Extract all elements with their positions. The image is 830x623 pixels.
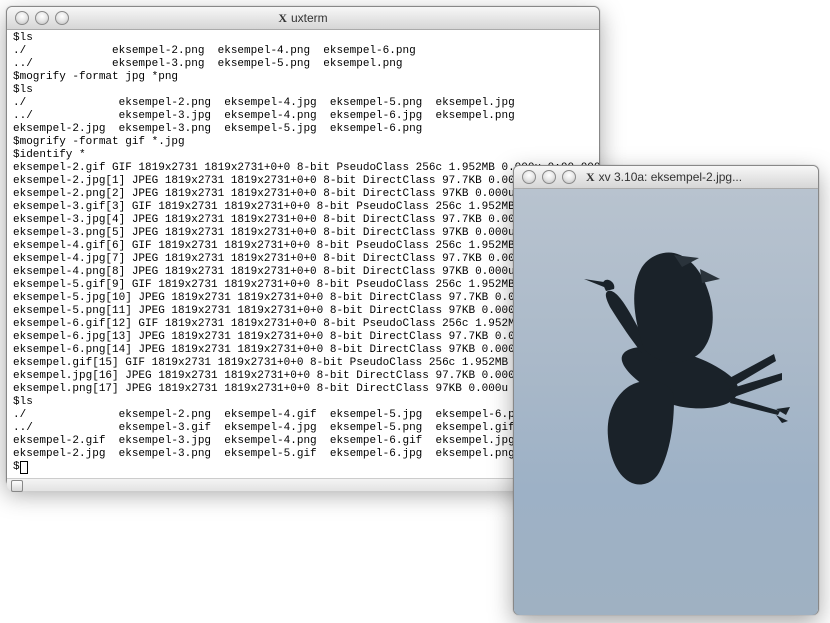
cursor [20,461,28,474]
terminal-line: eksempel-2.gif GIF 1819x2731 1819x2731+0… [13,162,593,175]
zoom-button[interactable] [55,11,69,25]
terminal-line: ./ eksempel-2.png eksempel-4.jpg eksempe… [13,97,593,110]
terminal-line: eksempel-5.jpg[10] JPEG 1819x2731 1819x2… [13,292,593,305]
window-footer [7,478,599,491]
terminal-line: $mogrify -format jpg *png [13,71,593,84]
terminal-line: eksempel-3.gif[3] GIF 1819x2731 1819x273… [13,201,593,214]
scroll-corner[interactable] [11,480,23,492]
terminal-line: eksempel-2.gif eksempel-3.jpg eksempel-4… [13,435,593,448]
terminal-line: eksempel-6.jpg[13] JPEG 1819x2731 1819x2… [13,331,593,344]
uxterm-window[interactable]: Xuxterm $ls./ eksempel-2.png eksempel-4.… [6,6,600,486]
terminal-line: $mogrify -format gif *.jpg [13,136,593,149]
terminal-line: ../ eksempel-3.gif eksempel-4.jpg eksemp… [13,422,593,435]
terminal-line: eksempel.gif[15] GIF 1819x2731 1819x2731… [13,357,593,370]
xv-window[interactable]: Xxv 3.10a: eksempel-2.jpg... [513,165,819,615]
terminal-line: eksempel-4.jpg[7] JPEG 1819x2731 1819x27… [13,253,593,266]
terminal-line: ../ eksempel-3.jpg eksempel-4.png eksemp… [13,110,593,123]
window-controls [15,11,69,25]
terminal-line: eksempel-3.jpg[4] JPEG 1819x2731 1819x27… [13,214,593,227]
uxterm-title-text: uxterm [291,11,328,25]
terminal-line: eksempel-4.png[8] JPEG 1819x2731 1819x27… [13,266,593,279]
xv-image-area[interactable] [514,189,818,615]
terminal-line: eksempel.jpg[16] JPEG 1819x2731 1819x273… [13,370,593,383]
minimize-button[interactable] [35,11,49,25]
terminal-line: ./ eksempel-2.png eksempel-4.png eksempe… [13,45,593,58]
prompt-char: $ [13,461,20,474]
terminal-line: $identify * [13,149,593,162]
close-button[interactable] [522,170,536,184]
terminal-line: eksempel-2.jpg eksempel-3.png eksempel-5… [13,448,593,461]
close-button[interactable] [15,11,29,25]
zoom-button[interactable] [562,170,576,184]
terminal-line: eksempel-2.jpg eksempel-3.png eksempel-5… [13,123,593,136]
x11-icon: X [586,170,595,185]
uxterm-title: Xuxterm [7,11,599,26]
terminal-line: eksempel-5.png[11] JPEG 1819x2731 1819x2… [13,305,593,318]
terminal-line: eksempel-2.jpg[1] JPEG 1819x2731 1819x27… [13,175,593,188]
terminal-line: $ls [13,32,593,45]
terminal-line: eksempel-3.png[5] JPEG 1819x2731 1819x27… [13,227,593,240]
terminal-prompt[interactable]: $ [13,461,593,474]
terminal-line: ./ eksempel-2.png eksempel-4.gif eksempe… [13,409,593,422]
window-controls [522,170,576,184]
terminal-line: eksempel-4.gif[6] GIF 1819x2731 1819x273… [13,240,593,253]
terminal-line: $ls [13,84,593,97]
minimize-button[interactable] [542,170,556,184]
terminal-line: eksempel-5.gif[9] GIF 1819x2731 1819x273… [13,279,593,292]
x11-icon: X [278,11,287,26]
terminal-line: eksempel-6.gif[12] GIF 1819x2731 1819x27… [13,318,593,331]
uxterm-titlebar[interactable]: Xuxterm [7,7,599,30]
terminal-line: ../ eksempel-3.png eksempel-5.png eksemp… [13,58,593,71]
terminal-output[interactable]: $ls./ eksempel-2.png eksempel-4.png ekse… [7,30,599,478]
terminal-line: $ls [13,396,593,409]
terminal-line: eksempel-6.png[14] JPEG 1819x2731 1819x2… [13,344,593,357]
xv-titlebar[interactable]: Xxv 3.10a: eksempel-2.jpg... [514,166,818,189]
terminal-line: eksempel.png[17] JPEG 1819x2731 1819x273… [13,383,593,396]
xv-title-text: xv 3.10a: eksempel-2.jpg... [599,170,742,184]
crane-bird-image [524,249,804,489]
terminal-line: eksempel-2.png[2] JPEG 1819x2731 1819x27… [13,188,593,201]
